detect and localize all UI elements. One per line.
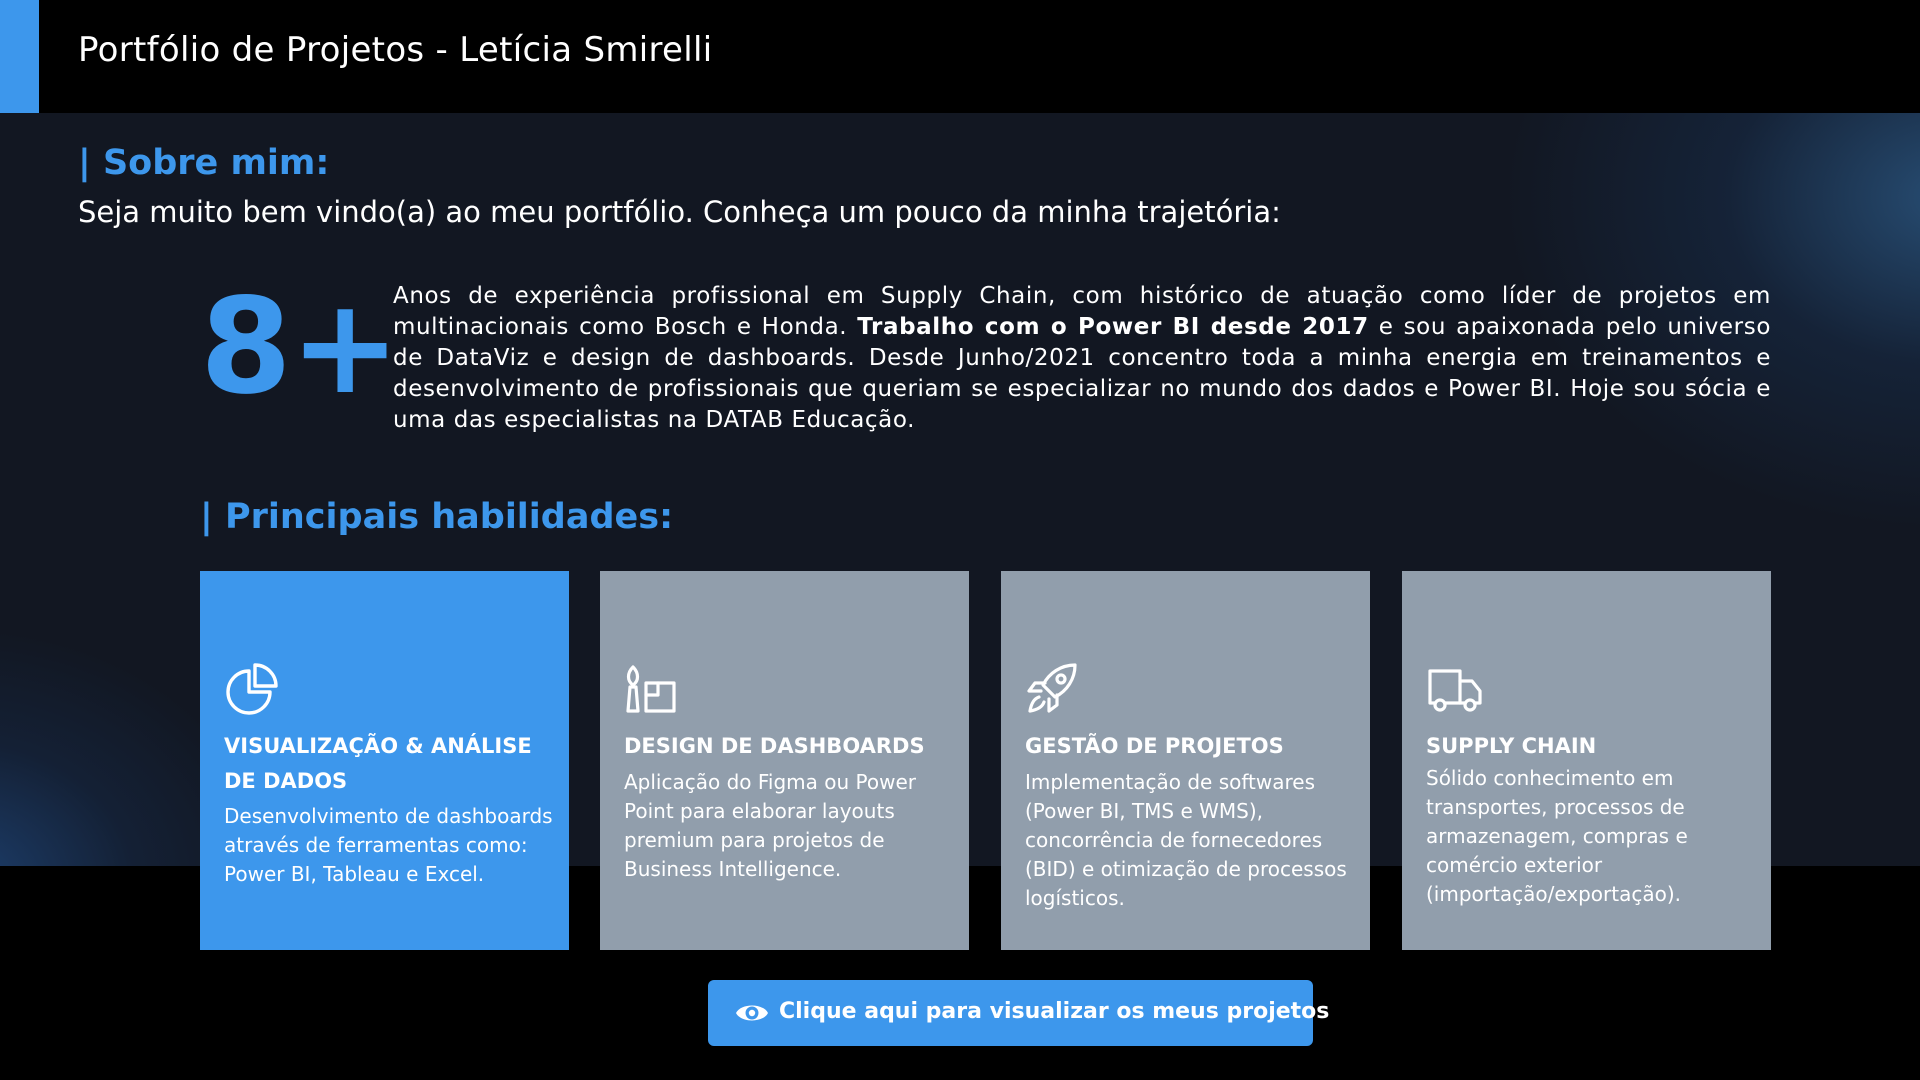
skill-card-title: VISUALIZAÇÃO & ANÁLISE DE DADOS: [224, 734, 532, 793]
design-tools-icon: [626, 665, 676, 713]
skill-card-data-visualization: VISUALIZAÇÃO & ANÁLISE DE DADOS Desenvol…: [200, 571, 569, 950]
about-section-title: | Sobre mim:: [78, 143, 330, 183]
skill-card-description: Aplicação do Figma ou Power Point para e…: [624, 770, 917, 881]
view-projects-button[interactable]: Clique aqui para visualizar os meus proj…: [708, 980, 1329, 1046]
portfolio-page: Portfólio de Projetos - Letícia Smirelli…: [0, 0, 1920, 1080]
skill-card-description: Implementação de softwares (Power BI, TM…: [1025, 770, 1347, 910]
skill-card-title: DESIGN DE DASHBOARDS: [624, 734, 925, 758]
skill-card-title: SUPPLY CHAIN: [1426, 734, 1597, 758]
skill-card-dashboard-design: DESIGN DE DASHBOARDS Aplicação do Figma …: [600, 571, 969, 950]
header-bar: Portfólio de Projetos - Letícia Smirelli: [0, 0, 1920, 113]
years-experience-stat: 8+: [200, 270, 400, 424]
view-projects-label: Clique aqui para visualizar os meus proj…: [779, 999, 1330, 1024]
rocket-icon: [1027, 663, 1077, 713]
about-text-bold: Trabalho com o Power BI desde 2017: [857, 314, 1369, 340]
skill-card-title: GESTÃO DE PROJETOS: [1025, 734, 1284, 758]
pie-chart-icon: [226, 663, 278, 715]
welcome-text: Seja muito bem vindo(a) ao meu portfólio…: [78, 195, 1281, 229]
eye-icon: [736, 1005, 768, 1021]
skill-card-description: Sólido conhecimento em transportes, proc…: [1426, 766, 1688, 906]
header-accent-bar: [0, 0, 39, 113]
skills-section-title: | Principais habilidades:: [200, 497, 674, 537]
skill-card-supply-chain: SUPPLY CHAIN Sólido conhecimento em tran…: [1402, 571, 1771, 950]
skill-card-project-management: GESTÃO DE PROJETOS Implementação de soft…: [1001, 571, 1370, 950]
truck-icon: [1428, 669, 1482, 712]
page-title: Portfólio de Projetos - Letícia Smirelli: [78, 30, 713, 70]
skill-card-description: Desenvolvimento de dashboards através de…: [224, 804, 553, 886]
about-paragraph: Anos de experiência profissional em Supp…: [393, 281, 1771, 436]
